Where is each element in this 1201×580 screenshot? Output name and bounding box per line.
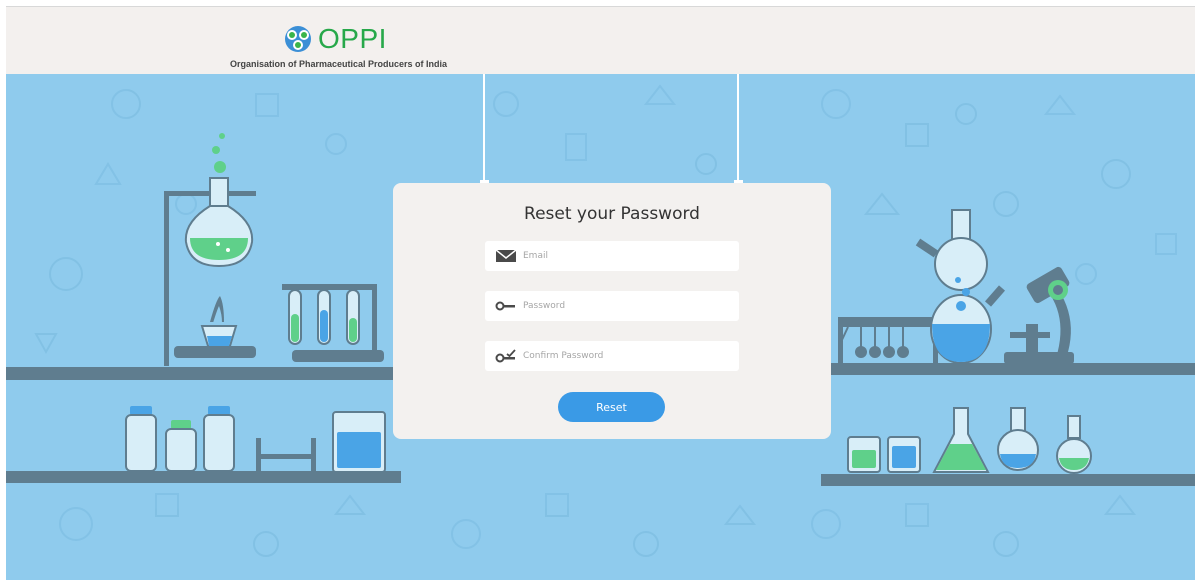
confirm-password-field[interactable] <box>485 341 739 371</box>
left-upper-shelf <box>6 133 401 380</box>
reset-button[interactable]: Reset <box>558 392 665 422</box>
left-lower-shelf <box>6 406 401 483</box>
confirm-password-input[interactable] <box>523 341 729 371</box>
card-title: Reset your Password <box>524 204 700 224</box>
brand-tagline: Organisation of Pharmaceutical Producers… <box>230 59 448 69</box>
email-field[interactable] <box>485 241 739 271</box>
right-upper-shelf <box>826 209 1195 375</box>
site-header: OPPI Organisation of Pharmaceutical Prod… <box>6 7 1195 74</box>
oppi-logo[interactable]: OPPI Organisation of Pharmaceutical Prod… <box>230 21 460 71</box>
email-input[interactable] <box>523 241 729 271</box>
key-check-icon <box>495 349 516 363</box>
password-input[interactable] <box>523 291 729 321</box>
page-frame: OPPI Organisation of Pharmaceutical Prod… <box>6 6 1195 580</box>
mail-icon <box>495 249 517 262</box>
key-icon <box>495 301 515 311</box>
reset-password-card: Reset your Password Reset <box>393 183 831 439</box>
oppi-emblem-icon <box>285 26 311 52</box>
brand-name: OPPI <box>318 23 387 54</box>
right-lower-shelf <box>821 407 1195 486</box>
password-field[interactable] <box>485 291 739 321</box>
